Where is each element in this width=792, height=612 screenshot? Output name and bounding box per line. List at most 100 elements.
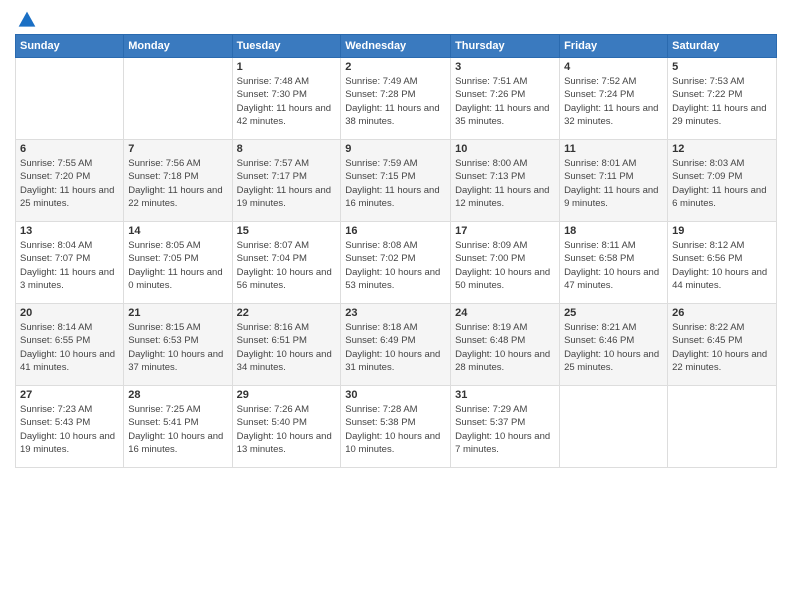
calendar-cell: 15 Sunrise: 8:07 AM Sunset: 7:04 PM Dayli… (232, 222, 341, 304)
day-of-week-header: Friday (560, 35, 668, 58)
day-number: 16 (345, 225, 446, 237)
calendar-week-row: 27 Sunrise: 7:23 AM Sunset: 5:43 PM Dayli… (16, 386, 777, 468)
calendar-cell: 19 Sunrise: 8:12 AM Sunset: 6:56 PM Dayli… (668, 222, 777, 304)
calendar-cell: 1 Sunrise: 7:48 AM Sunset: 7:30 PM Daylig… (232, 58, 341, 140)
day-number: 7 (128, 143, 227, 155)
day-number: 30 (345, 389, 446, 401)
day-number: 3 (455, 61, 555, 73)
day-of-week-header: Saturday (668, 35, 777, 58)
day-number: 8 (237, 143, 337, 155)
calendar-week-row: 13 Sunrise: 8:04 AM Sunset: 7:07 PM Dayli… (16, 222, 777, 304)
calendar-cell: 4Sunrise: 7:52 AM Sunset: 7:24 PM Daylig… (560, 58, 668, 140)
day-info: Sunrise: 8:00 AM Sunset: 7:13 PM Dayligh… (455, 157, 555, 210)
calendar-cell: 24 Sunrise: 8:19 AM Sunset: 6:48 PM Dayli… (451, 304, 560, 386)
calendar-cell: 8 Sunrise: 7:57 AM Sunset: 7:17 PM Daylig… (232, 140, 341, 222)
day-number: 11 (564, 143, 663, 155)
day-info: Sunrise: 8:16 AM Sunset: 6:51 PM Dayligh… (237, 321, 337, 374)
calendar-header-row: SundayMondayTuesdayWednesdayThursdayFrid… (16, 35, 777, 58)
day-number: 13 (20, 225, 119, 237)
day-info: Sunrise: 7:57 AM Sunset: 7:17 PM Dayligh… (237, 157, 337, 210)
day-info: Sunrise: 7:29 AM Sunset: 5:37 PM Dayligh… (455, 403, 555, 456)
day-number: 23 (345, 307, 446, 319)
calendar-cell: 20 Sunrise: 8:14 AM Sunset: 6:55 PM Dayli… (16, 304, 124, 386)
day-number: 18 (564, 225, 663, 237)
calendar-cell (16, 58, 124, 140)
calendar-cell: 16 Sunrise: 8:08 AM Sunset: 7:02 PM Dayli… (341, 222, 451, 304)
day-number: 27 (20, 389, 119, 401)
calendar-cell: 18 Sunrise: 8:11 AM Sunset: 6:58 PM Dayli… (560, 222, 668, 304)
day-number: 9 (345, 143, 446, 155)
day-of-week-header: Wednesday (341, 35, 451, 58)
day-info: Sunrise: 8:03 AM Sunset: 7:09 PM Dayligh… (672, 157, 772, 210)
calendar-week-row: 1 Sunrise: 7:48 AM Sunset: 7:30 PM Daylig… (16, 58, 777, 140)
calendar-cell: 12Sunrise: 8:03 AM Sunset: 7:09 PM Dayli… (668, 140, 777, 222)
day-info: Sunrise: 7:55 AM Sunset: 7:20 PM Dayligh… (20, 157, 119, 210)
day-of-week-header: Tuesday (232, 35, 341, 58)
day-info: Sunrise: 8:14 AM Sunset: 6:55 PM Dayligh… (20, 321, 119, 374)
calendar-week-row: 20 Sunrise: 8:14 AM Sunset: 6:55 PM Dayli… (16, 304, 777, 386)
calendar-cell: 22 Sunrise: 8:16 AM Sunset: 6:51 PM Dayli… (232, 304, 341, 386)
calendar-cell: 23Sunrise: 8:18 AM Sunset: 6:49 PM Dayli… (341, 304, 451, 386)
calendar-cell: 28 Sunrise: 7:25 AM Sunset: 5:41 PM Dayli… (124, 386, 232, 468)
day-number: 25 (564, 307, 663, 319)
day-info: Sunrise: 8:12 AM Sunset: 6:56 PM Dayligh… (672, 239, 772, 292)
day-info: Sunrise: 7:53 AM Sunset: 7:22 PM Dayligh… (672, 75, 772, 128)
day-number: 22 (237, 307, 337, 319)
calendar-cell: 7 Sunrise: 7:56 AM Sunset: 7:18 PM Daylig… (124, 140, 232, 222)
day-info: Sunrise: 8:04 AM Sunset: 7:07 PM Dayligh… (20, 239, 119, 292)
calendar-cell: 14Sunrise: 8:05 AM Sunset: 7:05 PM Dayli… (124, 222, 232, 304)
day-number: 21 (128, 307, 227, 319)
page: SundayMondayTuesdayWednesdayThursdayFrid… (0, 0, 792, 612)
day-number: 14 (128, 225, 227, 237)
day-info: Sunrise: 7:56 AM Sunset: 7:18 PM Dayligh… (128, 157, 227, 210)
day-info: Sunrise: 8:11 AM Sunset: 6:58 PM Dayligh… (564, 239, 663, 292)
day-number: 31 (455, 389, 555, 401)
day-number: 2 (345, 61, 446, 73)
day-info: Sunrise: 7:48 AM Sunset: 7:30 PM Dayligh… (237, 75, 337, 128)
calendar-cell: 21 Sunrise: 8:15 AM Sunset: 6:53 PM Dayli… (124, 304, 232, 386)
calendar-cell (124, 58, 232, 140)
day-info: Sunrise: 7:25 AM Sunset: 5:41 PM Dayligh… (128, 403, 227, 456)
day-number: 6 (20, 143, 119, 155)
calendar-cell: 13 Sunrise: 8:04 AM Sunset: 7:07 PM Dayli… (16, 222, 124, 304)
day-info: Sunrise: 8:07 AM Sunset: 7:04 PM Dayligh… (237, 239, 337, 292)
day-info: Sunrise: 8:15 AM Sunset: 6:53 PM Dayligh… (128, 321, 227, 374)
day-number: 1 (237, 61, 337, 73)
day-info: Sunrise: 8:22 AM Sunset: 6:45 PM Dayligh… (672, 321, 772, 374)
calendar-cell: 27 Sunrise: 7:23 AM Sunset: 5:43 PM Dayli… (16, 386, 124, 468)
day-number: 5 (672, 61, 772, 73)
day-info: Sunrise: 8:08 AM Sunset: 7:02 PM Dayligh… (345, 239, 446, 292)
day-number: 4 (564, 61, 663, 73)
day-number: 10 (455, 143, 555, 155)
day-number: 28 (128, 389, 227, 401)
calendar-cell: 11 Sunrise: 8:01 AM Sunset: 7:11 PM Dayli… (560, 140, 668, 222)
day-number: 26 (672, 307, 772, 319)
header (15, 10, 777, 26)
calendar-cell: 30 Sunrise: 7:28 AM Sunset: 5:38 PM Dayli… (341, 386, 451, 468)
day-info: Sunrise: 7:23 AM Sunset: 5:43 PM Dayligh… (20, 403, 119, 456)
day-of-week-header: Thursday (451, 35, 560, 58)
day-info: Sunrise: 8:01 AM Sunset: 7:11 PM Dayligh… (564, 157, 663, 210)
calendar-cell: 31 Sunrise: 7:29 AM Sunset: 5:37 PM Dayli… (451, 386, 560, 468)
calendar-cell: 26 Sunrise: 8:22 AM Sunset: 6:45 PM Dayli… (668, 304, 777, 386)
day-info: Sunrise: 8:21 AM Sunset: 6:46 PM Dayligh… (564, 321, 663, 374)
calendar-cell: 2Sunrise: 7:49 AM Sunset: 7:28 PM Daylig… (341, 58, 451, 140)
calendar-cell: 5 Sunrise: 7:53 AM Sunset: 7:22 PM Daylig… (668, 58, 777, 140)
day-number: 15 (237, 225, 337, 237)
day-info: Sunrise: 7:59 AM Sunset: 7:15 PM Dayligh… (345, 157, 446, 210)
day-info: Sunrise: 7:28 AM Sunset: 5:38 PM Dayligh… (345, 403, 446, 456)
day-info: Sunrise: 8:19 AM Sunset: 6:48 PM Dayligh… (455, 321, 555, 374)
calendar-cell: 3Sunrise: 7:51 AM Sunset: 7:26 PM Daylig… (451, 58, 560, 140)
calendar-cell: 17Sunrise: 8:09 AM Sunset: 7:00 PM Dayli… (451, 222, 560, 304)
day-info: Sunrise: 7:26 AM Sunset: 5:40 PM Dayligh… (237, 403, 337, 456)
logo (15, 10, 37, 26)
day-number: 19 (672, 225, 772, 237)
calendar-week-row: 6 Sunrise: 7:55 AM Sunset: 7:20 PM Daylig… (16, 140, 777, 222)
day-number: 20 (20, 307, 119, 319)
calendar-cell: 25 Sunrise: 8:21 AM Sunset: 6:46 PM Dayli… (560, 304, 668, 386)
calendar-cell: 6 Sunrise: 7:55 AM Sunset: 7:20 PM Daylig… (16, 140, 124, 222)
day-number: 24 (455, 307, 555, 319)
day-number: 29 (237, 389, 337, 401)
logo-icon (17, 10, 37, 30)
day-number: 17 (455, 225, 555, 237)
